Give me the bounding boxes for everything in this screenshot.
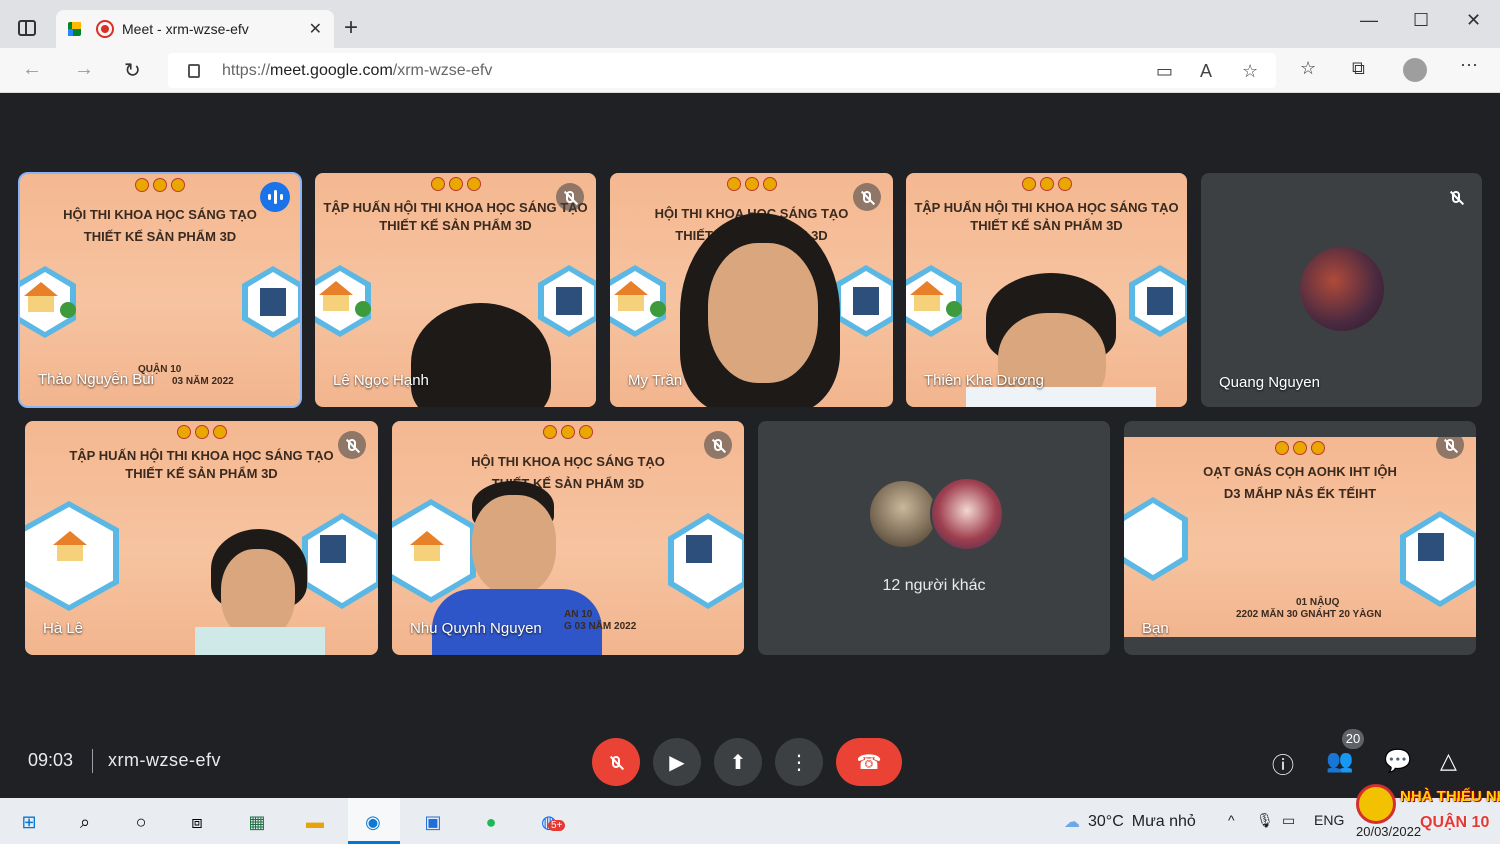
tab-strip: Meet - xrm-wzse-efv ✕ + — ☐ ✕ — [0, 0, 1500, 48]
participant-avatar — [930, 477, 1004, 551]
participant-count-badge: 20 — [1342, 729, 1364, 749]
collections-icon[interactable]: ⧉ — [1352, 58, 1365, 79]
edge-icon[interactable]: ◉ — [360, 809, 386, 835]
weather-widget[interactable]: ☁ 30°C Mưa nhỏ — [1064, 812, 1196, 832]
toggle-camera-button[interactable]: ▶ — [653, 738, 701, 786]
more-menu-icon[interactable]: ··· — [1460, 54, 1478, 75]
spotify-icon[interactable]: ● — [478, 809, 504, 835]
mic-off-icon — [1442, 183, 1470, 211]
favorites-icon[interactable]: ☆ — [1300, 58, 1316, 79]
slide-title-mirrored: OẠT GNÁS CỌH AOHK IHT IỘH D3 MẨHP NẢS ẾK … — [1203, 464, 1397, 501]
maximize-icon[interactable]: ☐ — [1413, 10, 1429, 31]
url-text: https://meet.google.com/xrm-wzse-efv — [222, 61, 493, 79]
recording-icon — [96, 20, 114, 38]
people-icon[interactable]: 👥 — [1326, 748, 1353, 774]
forward-icon[interactable]: → — [74, 58, 94, 81]
new-tab-button[interactable]: + — [344, 14, 358, 42]
toggle-mic-button[interactable] — [592, 738, 640, 786]
leave-call-button[interactable]: ☎ — [836, 738, 902, 786]
activities-icon[interactable]: △ — [1440, 748, 1457, 774]
read-aloud-icon[interactable]: A — [1200, 61, 1212, 82]
participant-tile[interactable]: TẬP HUẤN HỘI THI KHOA HỌC SÁNG TẠO THIẾT … — [315, 173, 596, 407]
mic-off-icon — [704, 431, 732, 459]
slide-title: HỘI THI KHOA HỌC SÁNG TẠOTHIẾT KẾ SẢN PH… — [471, 454, 665, 491]
participant-tile[interactable]: TẬP HUẤN HỘI THI KHOA HỌC SÁNG TẠO THIẾT … — [906, 173, 1187, 407]
browser-tab[interactable]: Meet - xrm-wzse-efv ✕ — [56, 10, 334, 48]
meeting-clock: 09:03 — [28, 750, 74, 770]
participant-name: My Trần — [628, 372, 683, 389]
cortana-icon[interactable]: ○ — [128, 809, 154, 835]
participant-tile[interactable]: Quang Nguyen — [1201, 173, 1482, 407]
minimize-icon[interactable]: — — [1360, 10, 1378, 31]
more-vert-icon: ⋮ — [789, 751, 809, 774]
participant-name: Bạn — [1142, 620, 1169, 637]
divider — [92, 749, 93, 773]
close-tab-icon[interactable]: ✕ — [309, 19, 322, 39]
speaking-indicator-icon — [260, 182, 290, 212]
nha-thieu-nhi-logo: NHÀ THIẾU NHI QUẬN 10 — [1352, 776, 1500, 844]
mic-off-icon — [338, 431, 366, 459]
windows-start-icon[interactable]: ⊞ — [16, 809, 42, 835]
close-window-icon[interactable]: ✕ — [1466, 10, 1481, 31]
cloud-rain-icon: ☁ — [1064, 814, 1080, 831]
others-count-label: 12 người khác — [882, 577, 986, 594]
slide-background: OẠT GNÁS CỌH AOHK IHT IỘH D3 MẨHP NẢS ẾK … — [1124, 437, 1476, 637]
meeting-code: xrm-wzse-efv — [108, 750, 221, 770]
participant-name: Nhu Quynh Nguyen — [410, 620, 542, 637]
slide-title: TẬP HUẤN HỘI THI KHOA HỌC SÁNG TẠO THIẾT … — [323, 200, 588, 233]
participant-name: Thiên Kha Dương — [924, 372, 1044, 389]
participant-tile[interactable]: TẬP HUẤN HỘI THI KHOA HỌC SÁNG TẠO THIẾT … — [25, 421, 378, 655]
participant-tile[interactable]: HỘI THI KHOA HỌC SÁNG TẠOTHIẾT KẾ SẢN PH… — [610, 173, 893, 407]
present-screen-button[interactable]: ⬆ — [714, 738, 762, 786]
profile-avatar[interactable] — [1403, 58, 1427, 82]
camera-in-use-icon[interactable]: ▭ — [1156, 61, 1173, 82]
google-meet-icon — [68, 22, 88, 36]
present-icon: ⬆ — [729, 751, 747, 774]
search-icon[interactable]: ⌕ — [72, 809, 98, 835]
more-options-button[interactable]: ⋮ — [775, 738, 823, 786]
reload-icon[interactable]: ↻ — [124, 58, 141, 83]
network-icon[interactable]: ▭ — [1282, 812, 1295, 829]
mic-off-icon — [1436, 431, 1464, 459]
participant-name: Hà Lê — [43, 620, 84, 637]
others-tile[interactable]: 12 người khác — [758, 421, 1110, 655]
microsoft-store-icon[interactable]: ▣ — [420, 809, 446, 835]
address-bar: ← → ↻ https://meet.google.com/xrm-wzse-e… — [0, 48, 1500, 93]
hang-up-icon: ☎ — [856, 751, 882, 774]
zalo-badge: 5+ — [548, 820, 566, 831]
slide-title: TẬP HUẤN HỘI THI KHOA HỌC SÁNG TẠO THIẾT … — [914, 200, 1179, 233]
back-icon[interactable]: ← — [22, 58, 42, 81]
participant-avatar — [868, 479, 938, 549]
excel-icon[interactable]: ▦ — [244, 809, 270, 835]
mic-off-icon — [602, 748, 630, 776]
language-indicator[interactable]: ENG — [1314, 812, 1344, 828]
url-input[interactable]: https://meet.google.com/xrm-wzse-efv ▭ A… — [168, 53, 1276, 88]
participant-name: Quang Nguyen — [1219, 374, 1320, 391]
camera-icon: ▶ — [669, 751, 685, 774]
file-explorer-icon[interactable]: ▬ — [302, 809, 328, 835]
participant-avatar — [1300, 247, 1384, 331]
mic-off-icon — [556, 183, 584, 211]
participant-name: Lê Ngọc Hạnh — [333, 372, 429, 389]
slide-title: HỘI THI KHOA HỌC SÁNG TẠOTHIẾT KẾ SẢN PH… — [63, 207, 257, 244]
self-tile[interactable]: OẠT GNÁS CỌH AOHK IHT IỘH D3 MẨHP NẢS ẾK … — [1124, 421, 1476, 655]
participant-tile[interactable]: HỘI THI KHOA HỌC SÁNG TẠOTHIẾT KẾ SẢN PH… — [18, 172, 302, 408]
participant-name: Thảo Nguyễn Bùi — [38, 371, 154, 388]
windows-taskbar — [0, 798, 1500, 844]
lock-icon[interactable] — [188, 63, 200, 78]
meeting-info-icon[interactable]: ⓘ — [1272, 748, 1294, 780]
chat-icon[interactable]: 💬 — [1384, 748, 1411, 774]
participant-tile[interactable]: HỘI THI KHOA HỌC SÁNG TẠOTHIẾT KẾ SẢN PH… — [392, 421, 744, 655]
task-view-icon[interactable]: ⧈ — [184, 809, 210, 835]
microphone-tray-icon[interactable]: 🎙 — [1256, 812, 1274, 829]
mic-off-icon — [853, 183, 881, 211]
slide-title: TẬP HUẤN HỘI THI KHOA HỌC SÁNG TẠO THIẾT … — [69, 448, 334, 481]
add-favorite-icon[interactable]: ☆ — [1242, 61, 1258, 82]
tray-overflow-icon[interactable]: ^ — [1228, 812, 1235, 828]
tab-title: Meet - xrm-wzse-efv — [122, 21, 249, 37]
sidebar-toggle-icon[interactable] — [18, 20, 36, 36]
